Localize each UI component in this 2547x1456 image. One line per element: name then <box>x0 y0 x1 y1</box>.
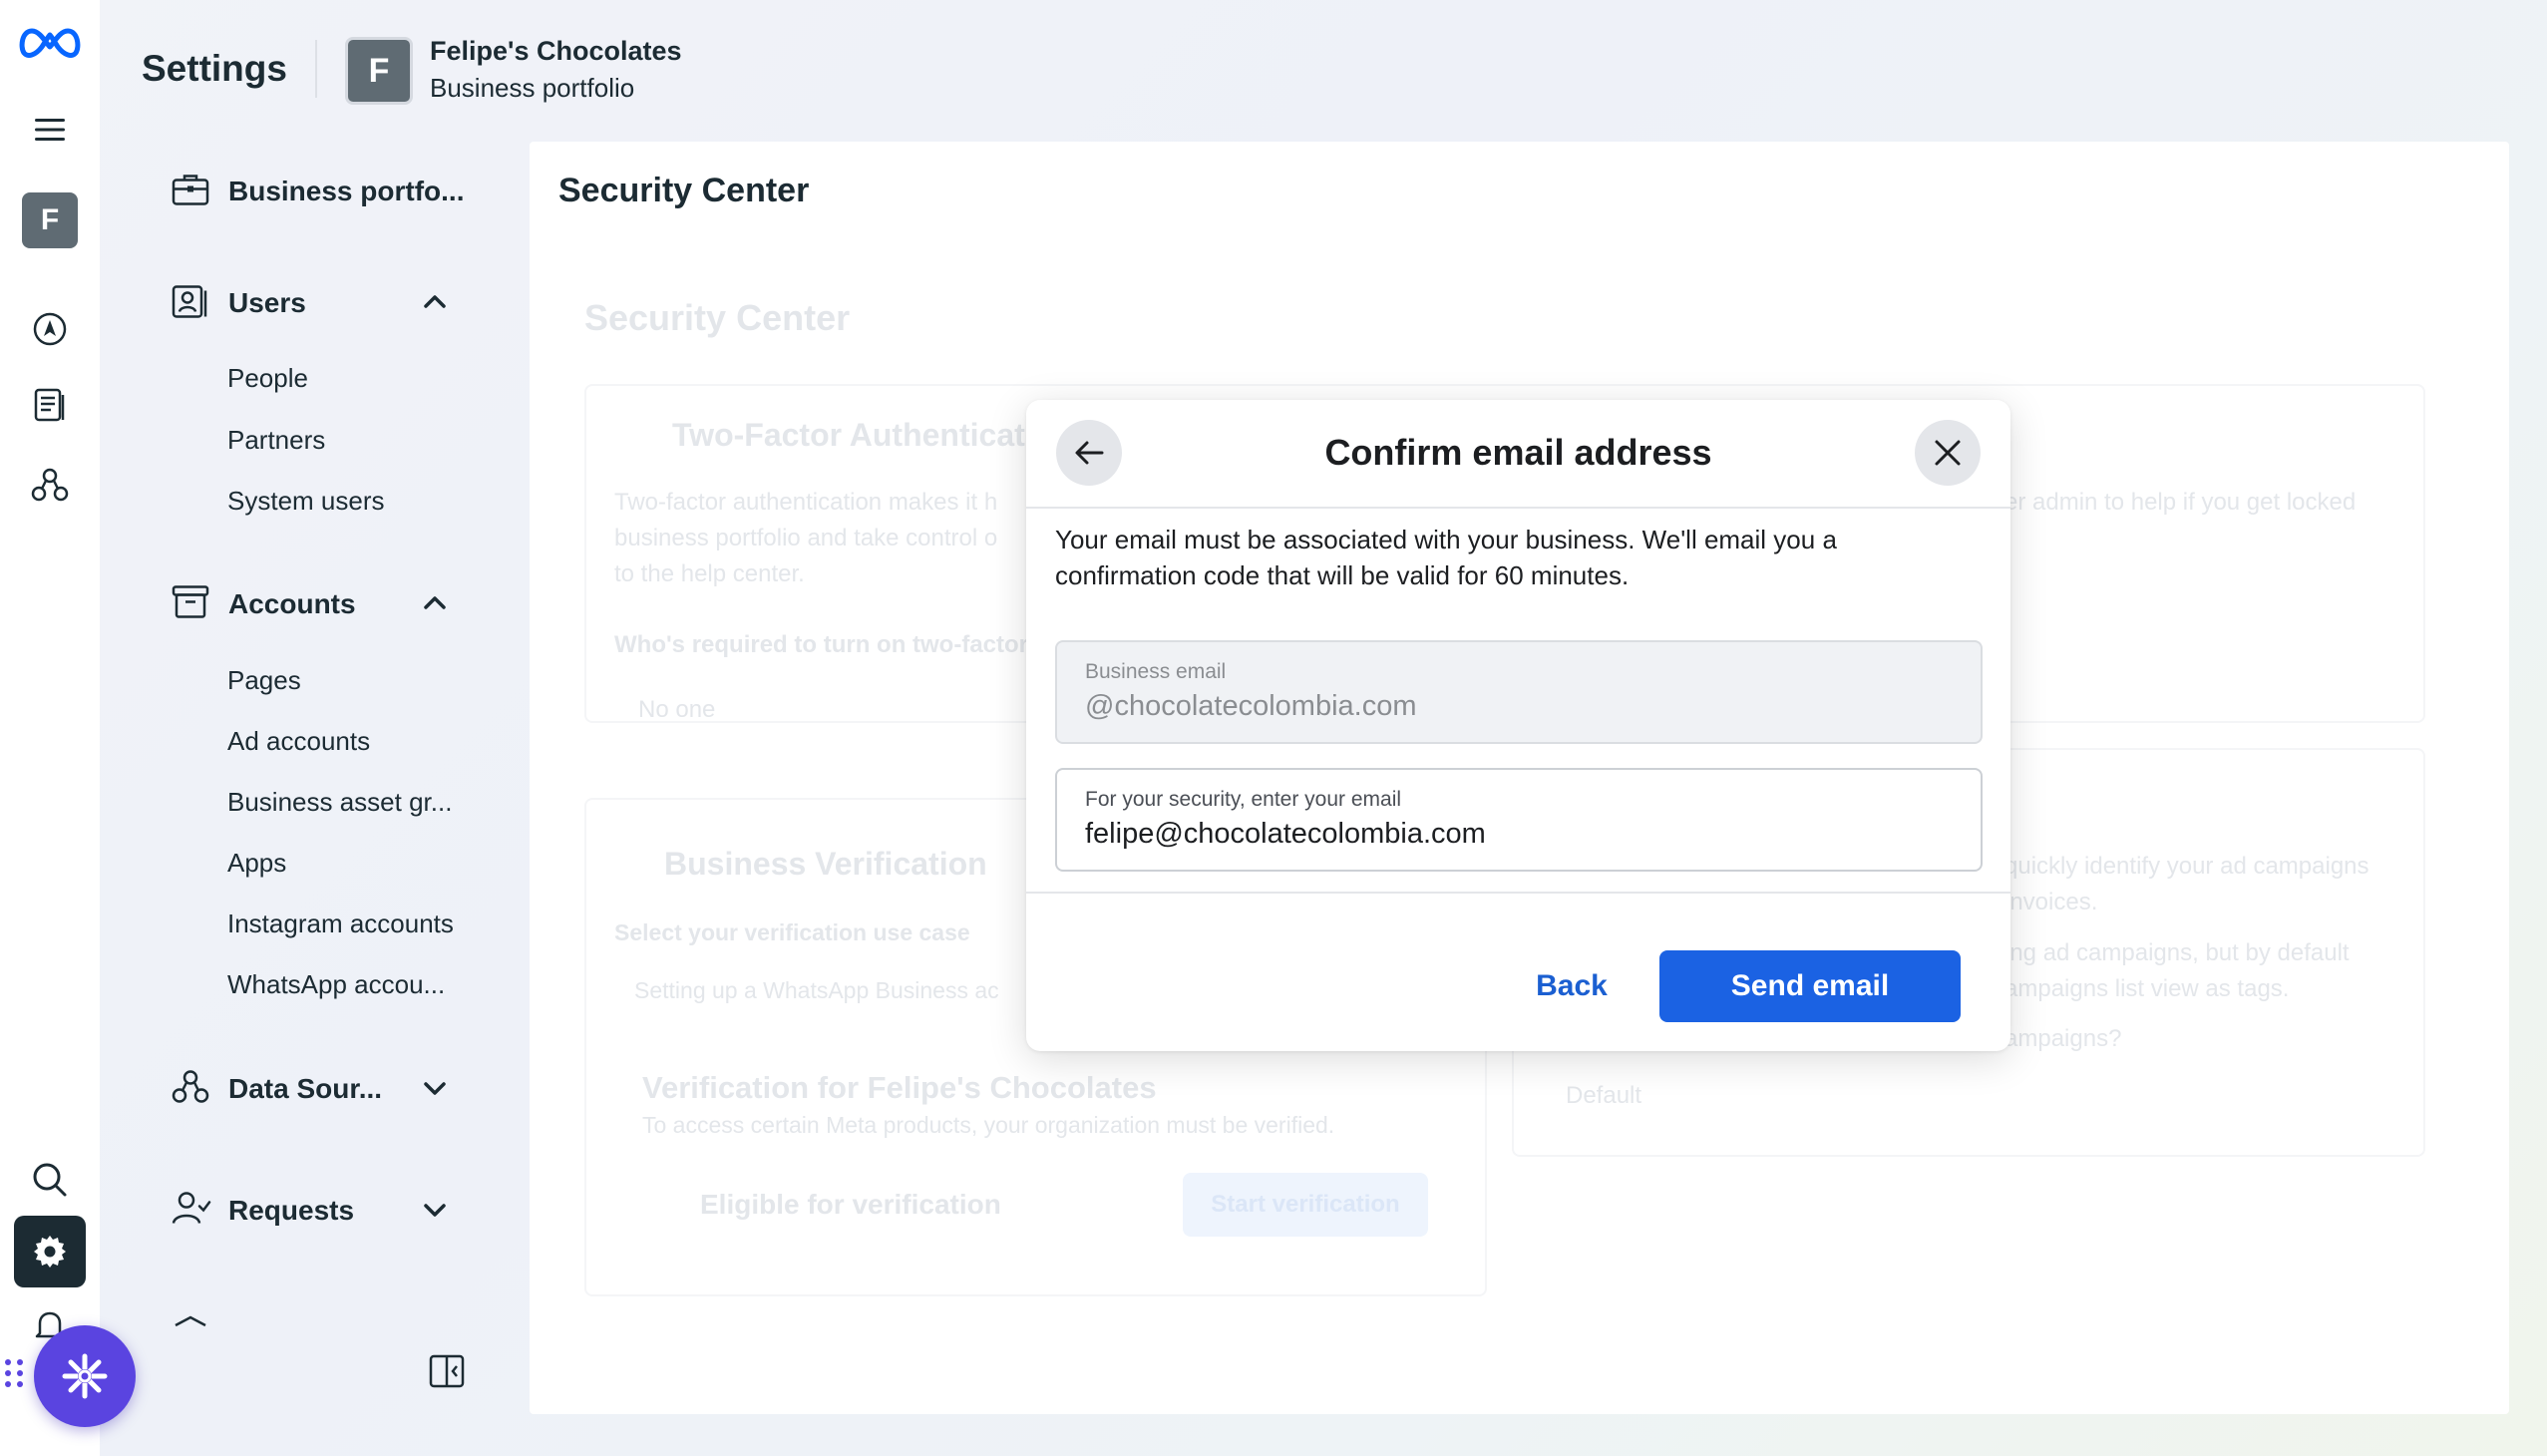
bg-text: ing ad campaigns, but by default <box>2004 939 2350 966</box>
users-icon <box>172 283 209 324</box>
bg-text: Eligible for verification <box>700 1189 1001 1220</box>
sidebar-item-pages[interactable]: Pages <box>227 665 301 696</box>
sidebar-item-ad-accounts[interactable]: Ad accounts <box>227 726 370 757</box>
bg-text: Two-factor authentication makes it h <box>614 489 998 516</box>
bg-heading: Security Center <box>584 297 851 338</box>
field-label: For your security, enter your email <box>1085 788 1402 811</box>
bg-text: Who's required to turn on two-factor <box>614 631 1029 658</box>
page-title: Settings <box>142 48 287 89</box>
bg-start-verification-button: Start verification <box>1183 1173 1428 1237</box>
menu-icon[interactable] <box>0 112 100 148</box>
bg-text: ampaigns list view as tags. <box>2004 975 2290 1002</box>
field-label: Business email <box>1085 660 1227 683</box>
business-avatar[interactable]: F <box>22 192 78 248</box>
navigation-icon[interactable] <box>0 309 100 349</box>
business-portfolio-avatar[interactable]: F <box>345 37 413 105</box>
bg-text: invoices. <box>2004 889 2098 915</box>
back-button[interactable]: Back <box>1494 950 1649 1022</box>
sidebar-item-label: Data Sour... <box>228 1073 383 1104</box>
sidebar-item-accounts[interactable]: Accounts <box>172 584 461 624</box>
search-icon[interactable] <box>0 1160 100 1200</box>
bg-text: To access certain Meta products, your or… <box>642 1112 1335 1138</box>
settings-icon[interactable] <box>14 1216 86 1287</box>
business-name[interactable]: Felipe's Chocolates <box>430 36 682 67</box>
bg-text: Setting up a WhatsApp Business ac <box>634 977 999 1003</box>
bg-text: er admin to help if you get locked <box>2004 489 2357 516</box>
bg-text: ampaigns? <box>2004 1025 2122 1052</box>
bg-text: business portfolio and take control o <box>614 525 998 551</box>
integrations-icon[interactable] <box>0 465 100 505</box>
assistant-button[interactable] <box>34 1325 136 1427</box>
bg-verification-title: Business Verification <box>664 846 987 882</box>
sidebar-item-data-sources[interactable]: Data Sour... <box>172 1069 461 1109</box>
bg-text: Verification for Felipe's Chocolates <box>642 1070 1157 1105</box>
sidebar-item-business-asset-groups[interactable]: Business asset gr... <box>227 787 452 818</box>
sidebar-item-label: Users <box>228 287 306 318</box>
security-email-field[interactable]: For your security, enter your email feli… <box>1055 768 1983 872</box>
sidebar-item-users[interactable]: Users <box>172 283 461 323</box>
data-sources-icon <box>172 1068 209 1111</box>
dialog-description: Your email must be associated with your … <box>1055 525 1837 590</box>
person-check-icon <box>172 1191 211 1232</box>
meta-logo-icon[interactable] <box>0 18 100 66</box>
sidebar-item-people[interactable]: People <box>227 363 308 394</box>
sidebar-item-instagram-accounts[interactable]: Instagram accounts <box>227 909 454 939</box>
business-email-field: Business email @chocolatecolombia.com <box>1055 640 1983 744</box>
security-email-input[interactable]: felipe@chocolatecolombia.com <box>1085 818 1963 851</box>
business-subtitle: Business portfolio <box>430 73 635 103</box>
send-email-button[interactable]: Send email <box>1659 950 1961 1022</box>
sidebar-item-apps[interactable]: Apps <box>227 848 286 879</box>
sidebar-item-partners[interactable]: Partners <box>227 425 325 456</box>
dialog-title: Confirm email address <box>1324 432 1712 473</box>
bg-text: No one <box>638 696 716 723</box>
confirm-email-dialog: Confirm email address Your email must be… <box>1026 400 2010 1051</box>
bg-text: to the help center. <box>614 560 805 587</box>
pages-icon[interactable] <box>0 385 100 425</box>
sidebar-item-system-users[interactable]: System users <box>227 486 385 517</box>
sidebar-item-whatsapp-accounts[interactable]: WhatsApp accou... <box>227 969 445 1000</box>
bg-text: quickly identify your ad campaigns <box>2004 853 2369 880</box>
more-sections-icon <box>172 1314 209 1332</box>
sidebar-item-business-portfolio[interactable]: Business portfo... <box>172 172 471 211</box>
sidebar-item-label: Requests <box>228 1195 355 1226</box>
header-divider <box>315 40 317 98</box>
briefcase-icon <box>172 173 209 211</box>
close-icon <box>1935 440 1961 466</box>
field-value: @chocolatecolombia.com <box>1085 690 1417 722</box>
bg-select: Default <box>1566 1082 1642 1109</box>
collapse-sidebar-icon[interactable] <box>429 1354 465 1393</box>
sparkle-icon <box>62 1353 108 1399</box>
chevron-up-icon[interactable] <box>423 594 447 615</box>
dialog-divider <box>1026 507 2010 509</box>
bg-two-factor-title: Two-Factor Authenticati <box>672 417 1034 453</box>
chevron-up-icon[interactable] <box>423 293 447 314</box>
bg-text: Select your verification use case <box>614 919 970 945</box>
chevron-down-icon[interactable] <box>423 1203 447 1224</box>
chevron-down-icon[interactable] <box>423 1081 447 1102</box>
left-rail: F <box>0 0 100 1456</box>
sidebar-item-requests[interactable]: Requests <box>172 1191 461 1231</box>
sidebar-item-label: Accounts <box>228 588 356 619</box>
apps-grid-icon[interactable] <box>4 1358 26 1393</box>
archive-icon <box>172 585 209 624</box>
security-center-title: Security Center <box>558 172 810 209</box>
sidebar-item-label: Business portfo... <box>228 176 465 206</box>
close-button[interactable] <box>1915 420 1981 486</box>
dialog-divider <box>1026 892 2010 894</box>
